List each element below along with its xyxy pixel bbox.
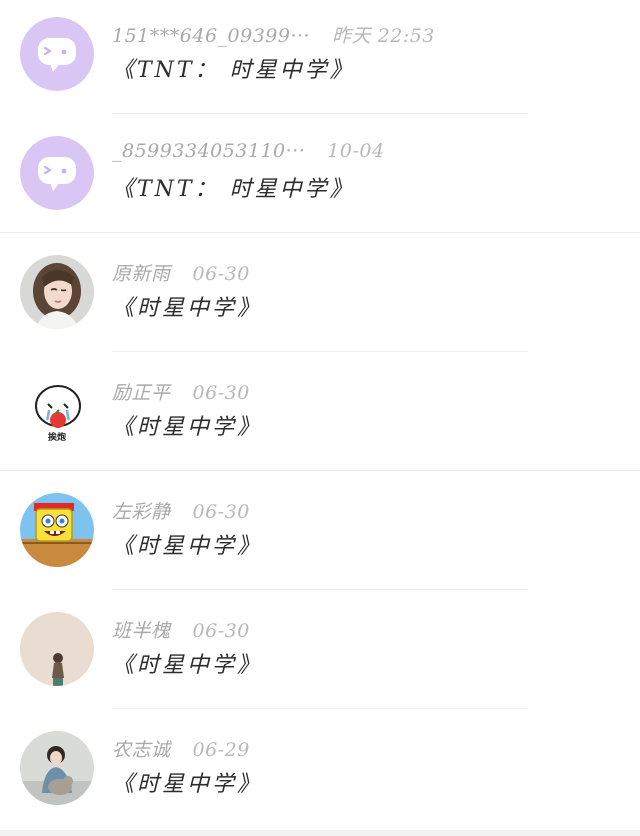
anonymous-chat-icon	[20, 17, 94, 91]
comment-text: 《时星中学》	[112, 415, 263, 440]
divider	[0, 470, 640, 471]
comment-item[interactable]: 左彩静 06-30 《时星中学》	[0, 476, 640, 595]
divider	[0, 232, 640, 233]
comment-time: 10-04	[327, 140, 385, 162]
comment-text: 《时星中学》	[112, 296, 263, 321]
girl-back-photo	[20, 612, 94, 686]
divider	[112, 351, 528, 352]
comment-username[interactable]: 班半槐	[112, 620, 171, 642]
sticker-caption: 挨炮	[47, 433, 66, 443]
comment-username[interactable]: 151***646_09399···	[112, 25, 310, 47]
avatar[interactable]	[20, 17, 94, 91]
comment-text: 《时星中学》	[112, 534, 263, 559]
comment-list: 151***646_09399··· 昨天 22:53 《TNT： 时星中学》 _…	[0, 0, 640, 836]
avatar[interactable]	[20, 136, 94, 210]
comment-username[interactable]: 原新雨	[112, 263, 171, 285]
girl-with-cat-photo	[20, 731, 94, 805]
comment-time: 06-30	[192, 620, 250, 642]
anonymous-chat-icon	[20, 136, 94, 210]
comment-time: 昨天 22:53	[332, 25, 435, 47]
spongebob-cartoon	[20, 493, 94, 567]
comment-item[interactable]: 挨炮 励正平 06-30 《时星中学》	[0, 357, 640, 476]
avatar[interactable]	[20, 731, 94, 805]
comment-time: 06-30	[192, 382, 250, 404]
bottom-divider	[0, 830, 640, 836]
comment-time: 06-30	[192, 501, 250, 523]
comment-username[interactable]: 农志诚	[112, 739, 171, 761]
girl-winking-photo	[20, 255, 94, 329]
comment-username[interactable]: 励正平	[112, 382, 171, 404]
avatar[interactable]: 挨炮	[20, 374, 94, 448]
comment-item[interactable]: 151***646_09399··· 昨天 22:53 《TNT： 时星中学》	[0, 0, 640, 119]
comment-text: 《TNT： 时星中学》	[112, 177, 355, 202]
divider	[112, 589, 528, 590]
avatar[interactable]	[20, 493, 94, 567]
comment-username[interactable]: _8599334053110···	[112, 140, 305, 162]
comment-item[interactable]: 原新雨 06-30 《时星中学》	[0, 238, 640, 357]
comment-username[interactable]: 左彩静	[112, 501, 171, 523]
avatar[interactable]	[20, 612, 94, 686]
comment-time: 06-30	[192, 263, 250, 285]
comment-item[interactable]: _8599334053110··· 10-04 《TNT： 时星中学》	[0, 119, 640, 238]
divider	[112, 113, 528, 114]
comment-item[interactable]: 农志诚 06-29 《时星中学》	[0, 714, 640, 833]
divider	[112, 708, 528, 709]
comment-item[interactable]: 班半槐 06-30 《时星中学》	[0, 595, 640, 714]
comment-text: 《TNT： 时星中学》	[112, 58, 355, 83]
comment-text: 《时星中学》	[112, 772, 263, 797]
avatar[interactable]	[20, 255, 94, 329]
comment-time: 06-29	[192, 739, 250, 761]
comment-text: 《时星中学》	[112, 653, 263, 678]
